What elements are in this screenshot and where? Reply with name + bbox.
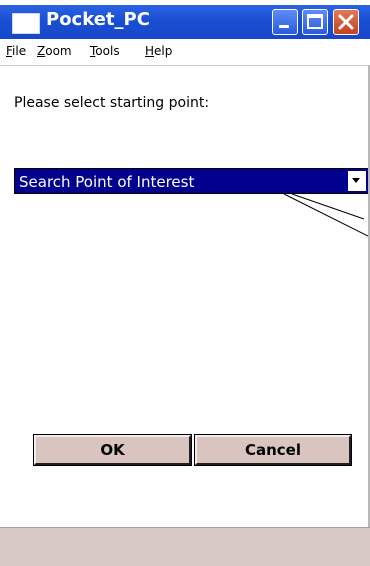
app-window: Pocket_PC File Zoom Tools Help Please se… xyxy=(0,5,370,566)
bottom-command-bar xyxy=(0,527,370,566)
ok-button[interactable]: OK xyxy=(33,434,192,466)
cancel-button[interactable]: Cancel xyxy=(194,434,352,466)
callout-lines xyxy=(283,193,370,238)
